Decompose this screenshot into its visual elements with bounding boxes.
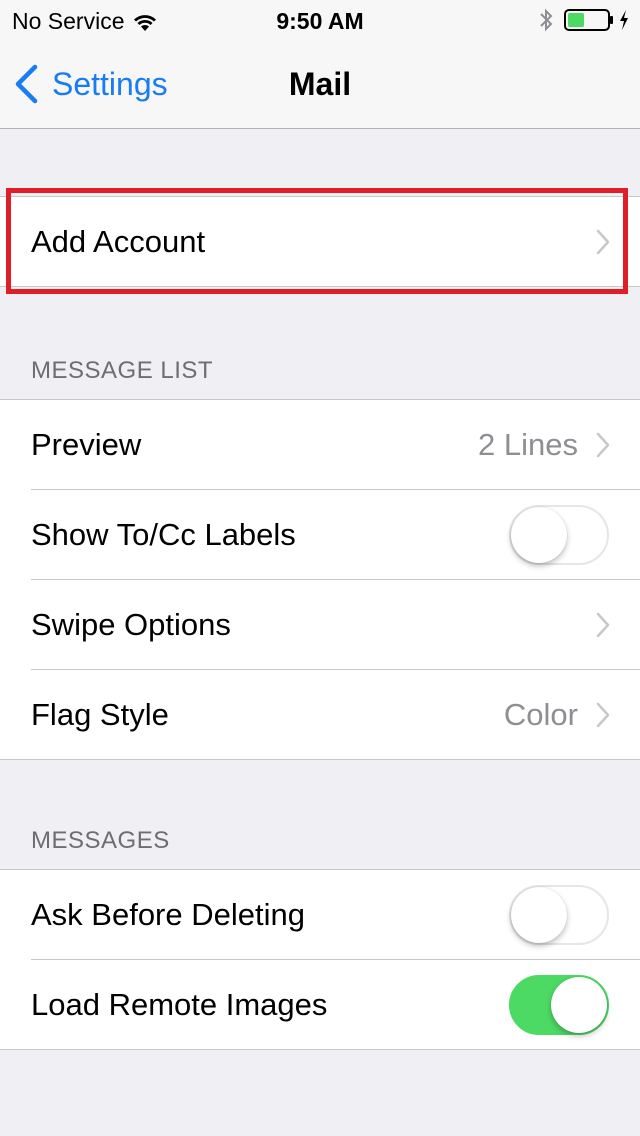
- ask-before-deleting-toggle[interactable]: [509, 884, 609, 945]
- show-to-cc-labels-row: Show To/Cc Labels: [0, 489, 640, 579]
- message-list-group: Preview 2 Lines Show To/Cc Labels Swipe …: [0, 399, 640, 760]
- preview-label: Preview: [31, 426, 142, 462]
- bluetooth-icon: [540, 8, 553, 32]
- status-bar: No Service 9:50 AM: [0, 0, 640, 40]
- chevron-right-icon: [596, 612, 610, 637]
- flag-style-value: Color: [503, 696, 578, 732]
- chevron-right-icon: [596, 432, 610, 457]
- flag-style-row[interactable]: Flag Style Color: [0, 669, 640, 759]
- preview-row[interactable]: Preview 2 Lines: [0, 400, 640, 489]
- toggle-knob: [551, 976, 607, 1033]
- load-remote-images-label: Load Remote Images: [31, 986, 328, 1022]
- flag-style-label: Flag Style: [31, 696, 169, 732]
- swipe-options-label: Swipe Options: [31, 606, 231, 642]
- message-list-header: MESSAGE LIST: [31, 357, 214, 384]
- show-to-cc-labels-label: Show To/Cc Labels: [31, 516, 296, 552]
- accounts-group: Add Account: [0, 196, 640, 287]
- add-account-label: Add Account: [31, 223, 206, 259]
- show-to-cc-labels-toggle[interactable]: [509, 504, 609, 565]
- toggle-knob: [511, 506, 567, 563]
- preview-value: 2 Lines: [478, 426, 578, 462]
- page-title: Mail: [288, 66, 352, 102]
- messages-group: Ask Before Deleting Load Remote Images: [0, 869, 640, 1050]
- charging-bolt-icon: [620, 10, 628, 30]
- battery-icon: [564, 9, 613, 31]
- chevron-right-icon: [596, 702, 610, 727]
- swipe-options-row[interactable]: Swipe Options: [0, 579, 640, 669]
- ask-before-deleting-label: Ask Before Deleting: [31, 896, 305, 932]
- ask-before-deleting-row: Ask Before Deleting: [0, 870, 640, 959]
- navigation-bar: Settings Mail: [0, 40, 640, 129]
- add-account-row[interactable]: Add Account: [0, 197, 640, 286]
- load-remote-images-toggle[interactable]: [509, 974, 609, 1035]
- chevron-right-icon: [596, 229, 610, 254]
- load-remote-images-row: Load Remote Images: [0, 959, 640, 1049]
- status-right: [538, 7, 630, 33]
- toggle-knob: [511, 886, 567, 943]
- messages-header: MESSAGES: [31, 827, 170, 854]
